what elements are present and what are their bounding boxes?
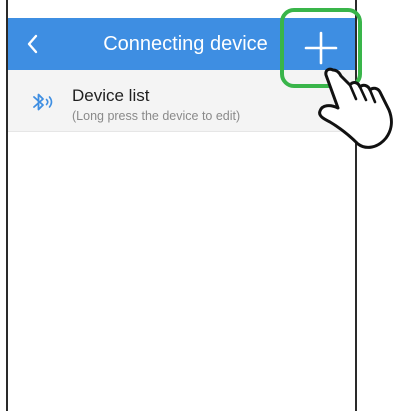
device-list-title: Device list	[72, 86, 150, 105]
screen: Connecting device Device list (Long pres…	[0, 0, 395, 411]
hand-pointer-icon	[318, 67, 393, 149]
bluetooth-icon	[33, 93, 53, 111]
plus-icon	[304, 31, 338, 65]
device-list-hint: (Long press the device to edit)	[72, 109, 241, 123]
